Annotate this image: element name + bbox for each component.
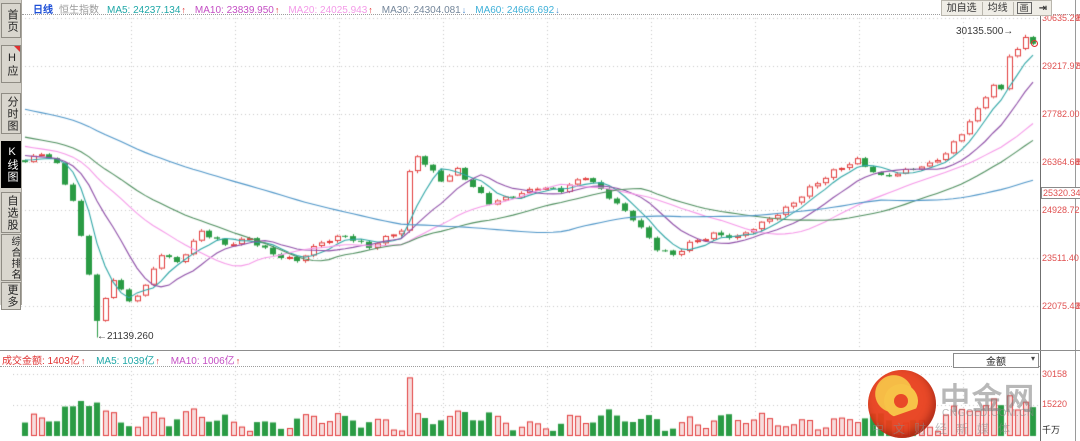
price-tick: 29217.97	[1042, 61, 1080, 71]
clipped-price-digits: 8	[1076, 157, 1080, 166]
clipped-price-digits: 8	[1076, 13, 1080, 22]
turnover-value: 成交金额: 1403亿↑	[2, 356, 86, 367]
volume-ma10-value: MA10: 1006亿↑	[170, 356, 241, 367]
ma10-legend: MA10: 23839.950↑	[194, 5, 280, 16]
sidebar-item-kline[interactable]: K线图	[1, 141, 21, 188]
price-tick: 27782.00	[1042, 109, 1080, 119]
price-tick: 24928.72	[1042, 205, 1080, 215]
chart-toolbar: 加自选 均线 画 ⇥	[940, 0, 1052, 16]
ma60-legend: MA60: 24666.692↓	[475, 5, 560, 16]
volume-ma5-value: MA5: 1039亿↑	[96, 356, 160, 367]
volume-tick: 30158	[1042, 369, 1068, 379]
high-price-annotation: 30135.500→	[956, 26, 1014, 37]
sidebar-item-watchlist[interactable]: 自选股	[1, 192, 21, 233]
sidebar-item-more[interactable]: 更多	[1, 282, 21, 310]
sidebar-item-h-app[interactable]: H应用	[1, 45, 21, 83]
panel-divider[interactable]	[0, 350, 1080, 351]
clipped-price-digits: 8	[1076, 61, 1080, 70]
price-tick: 23511.40	[1042, 253, 1079, 263]
symbol-name: 恒生指数	[59, 5, 99, 16]
clipped-price-digits: 8	[1076, 301, 1080, 310]
sidebar-item-ranking[interactable]: 综合排名	[1, 234, 21, 281]
up-arrow-icon: ↑	[80, 356, 86, 366]
collapse-panel-icon[interactable]: ⇥	[1035, 3, 1051, 14]
ma20-legend: MA20: 24025.943↑	[288, 5, 373, 16]
sidebar-item-intraday[interactable]: 分时图	[1, 93, 21, 134]
draw-tool-button[interactable]: 画	[1016, 2, 1032, 14]
reference-price-tag: 25320.34	[1041, 187, 1080, 199]
stock-app-window: 日线 恒生指数 MA5: 24237.134↑ MA10: 23839.950↑ MA2…	[0, 0, 1080, 441]
volume-tick: 15220	[1042, 399, 1068, 409]
price-tick: 26364.68	[1042, 157, 1080, 167]
price-chart-canvas[interactable]	[13, 14, 1040, 350]
up-arrow-icon: ↑	[368, 5, 373, 15]
volume-unit-label: 千万	[1042, 425, 1061, 435]
volume-legend: 成交金额: 1403亿↑ MA5: 1039亿↑ MA10: 1006亿↑	[2, 352, 248, 367]
low-price-annotation: ←21139.260	[97, 331, 154, 342]
up-arrow-icon: ↑	[235, 356, 241, 366]
add-watchlist-button[interactable]: 加自选	[942, 1, 983, 15]
arrow-right-icon: →	[1003, 26, 1014, 37]
sidebar-item-home[interactable]: 首页	[1, 3, 21, 38]
up-arrow-icon: ↑	[181, 5, 186, 15]
latest-price-marker-icon	[1031, 40, 1038, 47]
chevron-down-icon: ▾	[1030, 354, 1035, 363]
amount-type-dropdown[interactable]: 金额 ▾	[953, 353, 1039, 368]
ma-toggle-button[interactable]: 均线	[983, 1, 1014, 15]
down-arrow-icon: ↓	[461, 5, 467, 15]
up-arrow-icon: ↑	[155, 356, 160, 366]
volume-chart-canvas[interactable]	[13, 367, 1040, 437]
chart-legend: 日线 恒生指数 MA5: 24237.134↑ MA10: 23839.950↑ MA2…	[33, 1, 569, 16]
period-selector[interactable]: 日线	[33, 5, 53, 16]
left-sidebar: 首页 H应用 分时图 K线图 自选股 综合排名 更多	[0, 0, 22, 310]
axis-divider	[1040, 0, 1041, 441]
arrow-left-icon: ←	[97, 331, 107, 342]
up-arrow-icon: ↑	[274, 5, 280, 15]
down-arrow-icon: ↓	[555, 5, 560, 15]
ma30-legend: MA30: 24304.081↓	[381, 5, 467, 16]
red-corner-badge-icon	[14, 46, 20, 52]
ma5-legend: MA5: 24237.134↑	[107, 5, 186, 16]
price-tick: 22075.43	[1042, 301, 1080, 311]
